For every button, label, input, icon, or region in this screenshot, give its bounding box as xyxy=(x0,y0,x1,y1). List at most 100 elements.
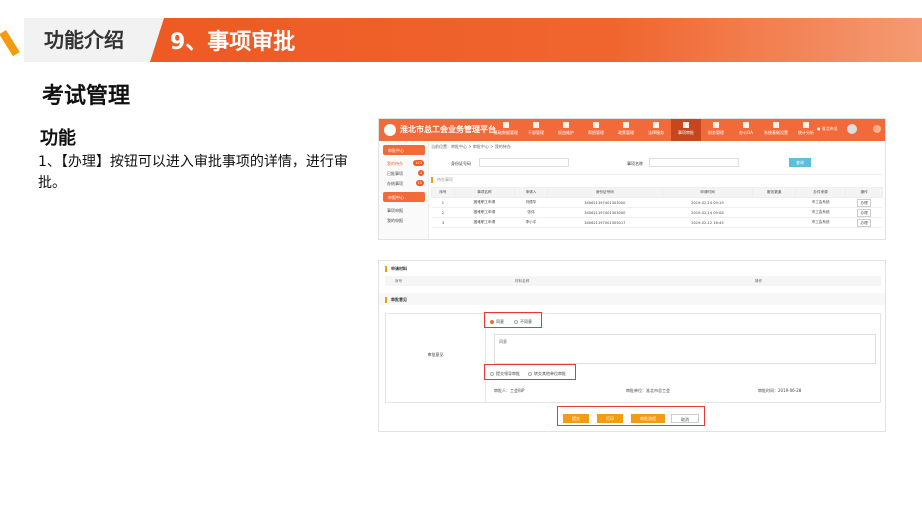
sidebar-item-label: 我的待办 xyxy=(387,161,403,166)
screenshot-todo-list: 淮北市总工会业务管理平台 基础数据管理 干部管理 权益维护 帮困管理 政策管理 法律服务事… xyxy=(378,118,886,240)
radio-reject-label: 不同意 xyxy=(520,319,532,324)
page-title: 考试管理 xyxy=(42,84,131,109)
materials-header: 序号 材料名称 操作 xyxy=(385,276,881,286)
radio-dot xyxy=(490,372,494,376)
opinion-bar xyxy=(379,293,885,305)
sidebar-item-label: 已批事项 xyxy=(387,171,403,176)
feature-description: 1、【办理】按钮可以进入审批事项的详情，进行审批。 xyxy=(38,154,348,191)
sidebar-item[interactable]: 已批事项 4 xyxy=(379,168,428,178)
materials-title: 申请材料 xyxy=(385,266,407,272)
todo-table: 序号 事项名称 申请人 身份证号码 申请时间 服务渠道 办件来源 操作 1 困难职工申请 刘德华 3… xyxy=(431,187,883,228)
table-row: 2 困难职工申请 张伟 340621197401303000 2019-02-14 09… xyxy=(431,207,883,218)
user-name: ● 淮北市总 xyxy=(817,126,838,131)
form-label: 审批意见 xyxy=(386,314,486,402)
table-cell: 2019-02-14 09:19 xyxy=(662,197,753,208)
table-cell: 刘德华 xyxy=(514,197,548,208)
sidebar-group-header[interactable]: 审批中心 xyxy=(383,145,425,155)
table-cell: 2 xyxy=(431,207,455,218)
cancel-button[interactable]: 取消 xyxy=(671,414,699,423)
count-badge: 123 xyxy=(413,160,424,166)
nav-icon xyxy=(773,122,779,128)
table-cell: 困难职工申请 xyxy=(454,197,515,208)
nav-item-label: 基础数据管理 xyxy=(494,130,518,135)
column-header: 办件来源 xyxy=(795,187,847,198)
top-nav: 基础数据管理 干部管理 权益维护 帮困管理 政策管理 法律服务 事项审批 财务管理 办公OA 系统… xyxy=(491,119,821,141)
unit-info: 审批单位：淮北市总工会 xyxy=(626,388,670,393)
nav-item[interactable]: 权益维护 xyxy=(551,119,581,141)
table-cell: 李小平 xyxy=(514,217,548,228)
handle-button[interactable]: 办理 xyxy=(857,218,871,227)
nav-item[interactable]: 系统基础设置 xyxy=(761,119,791,141)
nav-item-label: 权益维护 xyxy=(558,130,574,135)
opinion-title: 审批意见 xyxy=(385,297,407,303)
nav-item[interactable]: 基础数据管理 xyxy=(491,119,521,141)
nav-item[interactable]: 政策管理 xyxy=(611,119,641,141)
nav-item[interactable]: 财务管理 xyxy=(701,119,731,141)
sidebar-item-label: 办结事项 xyxy=(387,181,403,186)
column-header: 服务渠道 xyxy=(752,187,797,198)
sidebar-item[interactable]: 我的待办 123 xyxy=(379,158,428,168)
time-info: 审批时间：2019-06-28 xyxy=(758,388,802,393)
flow-button[interactable]: 审批流程 xyxy=(631,414,665,423)
column-header: 申请时间 xyxy=(661,187,754,198)
sidebar-item[interactable]: 我的申报 xyxy=(379,215,428,225)
sidebar-item[interactable]: 事项申报 xyxy=(379,205,428,215)
handle-button[interactable]: 办理 xyxy=(857,198,871,207)
nav-item[interactable]: 事项审批 xyxy=(671,119,701,141)
radio-leader-label: 提交领导审批 xyxy=(496,371,520,376)
sidebar-item[interactable]: 办结事项 15 xyxy=(379,178,428,188)
table-header-row: 序号 事项名称 申请人 身份证号码 申请时间 服务渠道 办件来源 操作 xyxy=(431,187,883,198)
column-header: 身份证号码 xyxy=(546,187,663,198)
nav-item[interactable]: 帮困管理 xyxy=(581,119,611,141)
radio-transfer-label: 转交其他单位审批 xyxy=(534,371,566,376)
app-brand: 淮北市总工会业务管理平台 xyxy=(400,125,496,134)
column-header: 序号 xyxy=(431,187,455,198)
sidebar-item-label: 事项申报 xyxy=(387,208,403,213)
id-number-input[interactable] xyxy=(479,158,569,167)
item-name-label: 事项名称 xyxy=(627,161,643,166)
logo-icon xyxy=(384,124,396,136)
logout-icon[interactable] xyxy=(873,125,881,133)
reviewer-info: 审批人：工会科P xyxy=(494,388,525,393)
nav-item[interactable]: 干部管理 xyxy=(521,119,551,141)
tab-todo[interactable]: 待办事项 xyxy=(431,177,453,183)
nav-icon xyxy=(653,122,659,128)
nav-icon xyxy=(713,122,719,128)
radio-leader-review[interactable]: 提交领导审批 xyxy=(490,371,520,377)
sidebar-group-header[interactable]: 申报中心 xyxy=(383,192,425,202)
radio-approve[interactable]: 同意 xyxy=(490,319,504,325)
radio-reject[interactable]: 不同意 xyxy=(514,319,532,325)
nav-item-label: 帮困管理 xyxy=(588,130,604,135)
avatar[interactable] xyxy=(847,124,857,134)
col-action: 操作 xyxy=(755,279,763,283)
nav-item-label: 系统基础设置 xyxy=(764,130,788,135)
approval-form: 审批意见 同意 不同意 同意 提交领导审批 转交其他单位审批 审批人：工会科P … xyxy=(385,312,881,403)
table-row: 1 困难职工申请 刘德华 340621197401303000 2019-02-14 0… xyxy=(431,197,883,208)
item-name-input[interactable] xyxy=(649,158,739,167)
radio-transfer[interactable]: 转交其他单位审批 xyxy=(528,371,566,377)
nav-icon xyxy=(563,122,569,128)
print-button[interactable]: 打印 xyxy=(597,414,623,423)
nav-item[interactable]: 法律服务 xyxy=(641,119,671,141)
decorative-stripe xyxy=(0,30,20,57)
nav-icon xyxy=(533,122,539,128)
nav-icon xyxy=(593,122,599,128)
radio-dot xyxy=(514,320,518,324)
nav-item-label: 政策管理 xyxy=(618,130,634,135)
table-cell: 困难职工申请 xyxy=(454,207,515,218)
sidebar-item-label: 我的申报 xyxy=(387,218,403,223)
nav-icon xyxy=(743,122,749,128)
screenshot-approval-form: 申请材料 序号 材料名称 操作 审批意见 审批意见 同意 不同意 同意 提交领导… xyxy=(378,260,886,432)
opinion-textarea[interactable]: 同意 xyxy=(494,334,876,364)
nav-item[interactable]: 办公OA xyxy=(731,119,761,141)
table-row: 3 困难职工申请 李小平 340621197001303017 2019-02-12 1… xyxy=(431,217,883,228)
table-cell: 办理 xyxy=(845,217,883,228)
handle-button[interactable]: 办理 xyxy=(857,208,871,217)
nav-icon xyxy=(683,122,689,128)
search-button[interactable]: 查询 xyxy=(789,158,811,167)
table-cell: 市工会系统 xyxy=(795,207,846,218)
nav-icon xyxy=(803,122,809,128)
submit-button[interactable]: 提交 xyxy=(563,414,589,423)
breadcrumb: 当前位置：审批中心 > 审批中心 > 我的待办 xyxy=(431,144,511,149)
table-cell: 340621197401303000 xyxy=(547,207,663,218)
